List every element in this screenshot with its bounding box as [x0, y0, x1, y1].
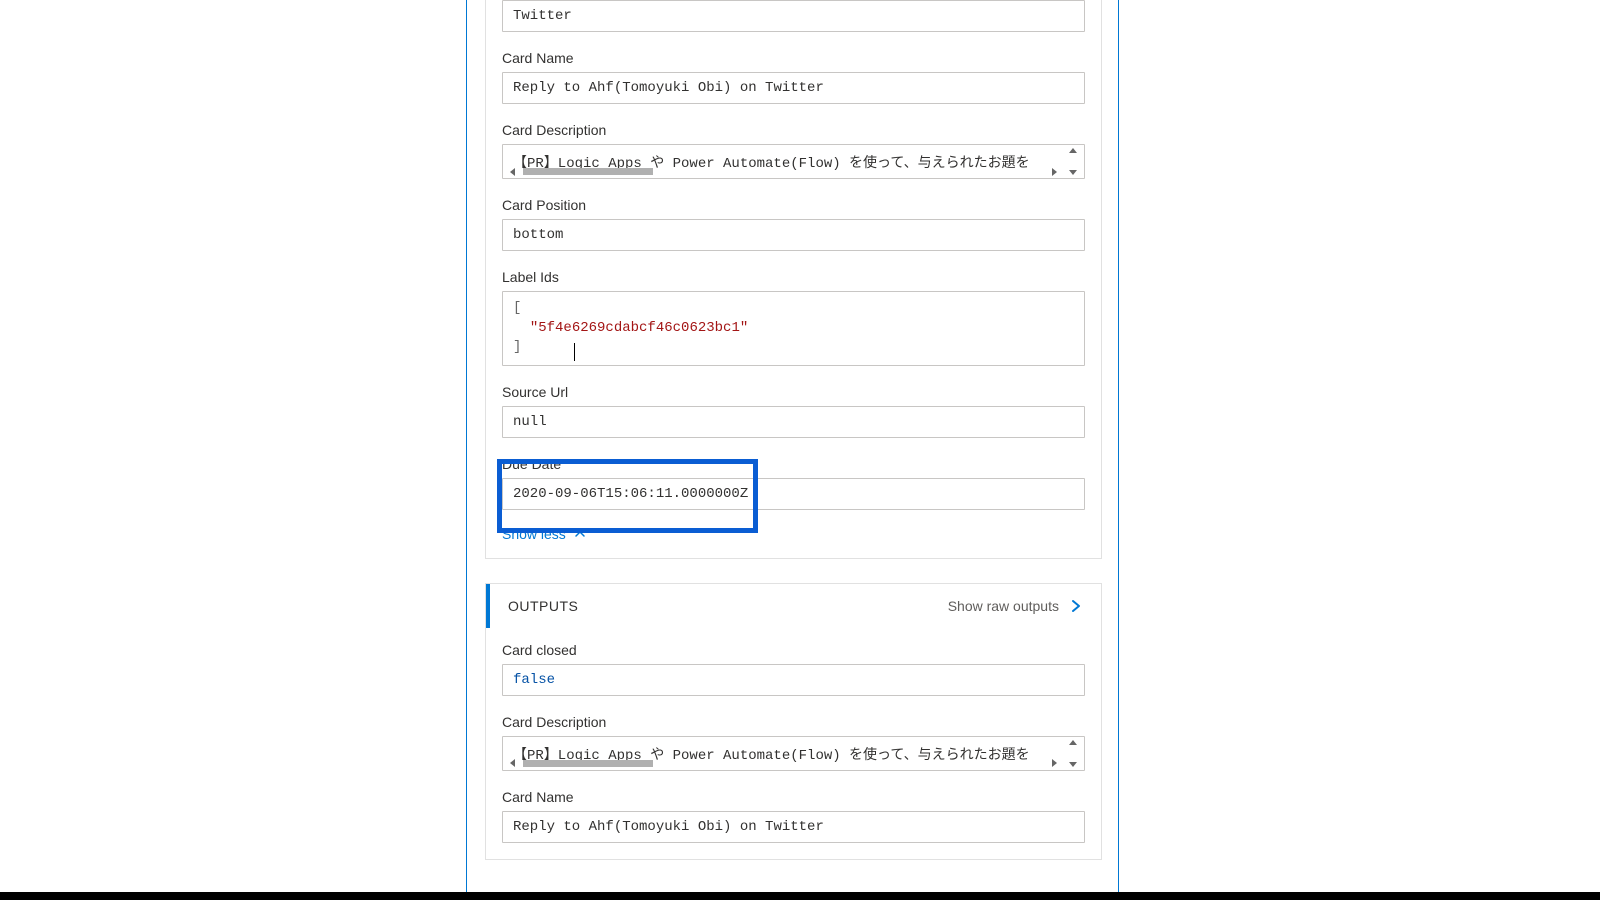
main-column: Twitter Card Name Reply to Ahf(Tomoyuki … [485, 0, 1102, 860]
chevron-right-icon [1069, 599, 1083, 613]
due-date-input[interactable]: 2020-09-06T15:06:11.0000000Z [502, 478, 1085, 510]
card-name-out-input[interactable]: Reply to Ahf(Tomoyuki Obi) on Twitter [502, 811, 1085, 843]
show-less-label: Show less [502, 526, 566, 542]
card-closed-input[interactable]: false [502, 664, 1085, 696]
field-block-card-position: Card Position bottom [502, 197, 1085, 251]
card-name-input[interactable]: Reply to Ahf(Tomoyuki Obi) on Twitter [502, 72, 1085, 104]
card-position-label: Card Position [502, 197, 1085, 213]
card-closed-label: Card closed [502, 642, 1085, 658]
field-block-card-description: Card Description 【PR】Logic Apps や Power … [502, 122, 1085, 179]
field-block-due-date: Due Date 2020-09-06T15:06:11.0000000Z [502, 456, 1085, 510]
card-name-out-label: Card Name [502, 789, 1085, 805]
source-url-input[interactable]: null [502, 406, 1085, 438]
card-description-out-input[interactable]: 【PR】Logic Apps や Power Automate(Flow) を使… [502, 736, 1085, 771]
outputs-header: OUTPUTS Show raw outputs [486, 584, 1101, 628]
field-block-card-name-out: Card Name Reply to Ahf(Tomoyuki Obi) on … [502, 789, 1085, 843]
outputs-card: OUTPUTS Show raw outputs Card closed fal… [485, 583, 1102, 860]
twitter-input[interactable]: Twitter [502, 0, 1085, 32]
json-close-bracket: ] [513, 339, 521, 355]
field-block-source-url: Source Url null [502, 384, 1085, 438]
field-block-card-name: Card Name Reply to Ahf(Tomoyuki Obi) on … [502, 50, 1085, 104]
field-block-label-ids: Label Ids [ "5f4e6269cdabcf46c0623bc1" ] [502, 269, 1085, 366]
card-name-label: Card Name [502, 50, 1085, 66]
inputs-card: Twitter Card Name Reply to Ahf(Tomoyuki … [485, 0, 1102, 559]
chevron-up-icon [574, 528, 586, 540]
outputs-body: Card closed false Card Description 【PR】L… [486, 642, 1101, 843]
due-date-label: Due Date [502, 456, 1085, 472]
field-block-card-description-out: Card Description 【PR】Logic Apps や Power … [502, 714, 1085, 771]
card-closed-value: false [513, 672, 555, 688]
json-open-bracket: [ [513, 300, 521, 316]
card-position-input[interactable]: bottom [502, 219, 1085, 251]
card-description-out-label: Card Description [502, 714, 1085, 730]
show-raw-outputs-link[interactable]: Show raw outputs [948, 598, 1083, 614]
card-description-label: Card Description [502, 122, 1085, 138]
outputs-title: OUTPUTS [508, 598, 578, 614]
label-ids-input[interactable]: [ "5f4e6269cdabcf46c0623bc1" ] [502, 291, 1085, 366]
label-ids-label: Label Ids [502, 269, 1085, 285]
field-block-card-closed: Card closed false [502, 642, 1085, 696]
card-description-input-wrap: 【PR】Logic Apps や Power Automate(Flow) を使… [502, 144, 1085, 179]
show-raw-outputs-label: Show raw outputs [948, 598, 1059, 614]
source-url-label: Source Url [502, 384, 1085, 400]
bottom-edge [0, 892, 1600, 900]
label-ids-value: "5f4e6269cdabcf46c0623bc1" [530, 320, 748, 336]
card-description-input[interactable]: 【PR】Logic Apps や Power Automate(Flow) を使… [502, 144, 1085, 179]
field-block-twitter: Twitter [502, 0, 1085, 32]
show-less-link[interactable]: Show less [502, 526, 586, 542]
card-description-out-wrap: 【PR】Logic Apps や Power Automate(Flow) を使… [502, 736, 1085, 771]
